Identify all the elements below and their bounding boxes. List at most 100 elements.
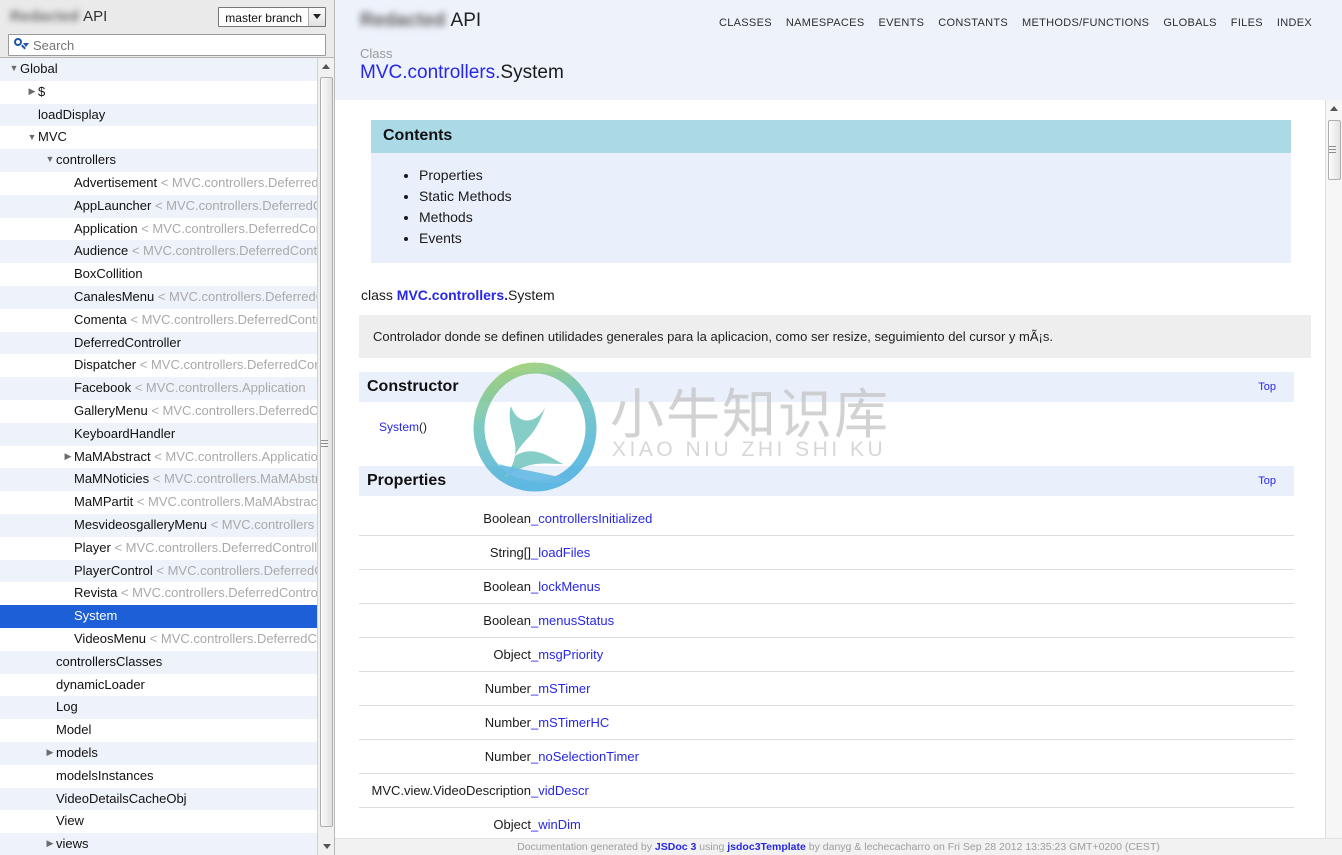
property-type: Number	[484, 681, 531, 696]
tree-item-applauncher[interactable]: ▶AppLauncher < MVC.controllers.DeferredC…	[0, 194, 320, 218]
tree-spacer-icon: ▶	[44, 810, 56, 832]
tree-item-advertisement[interactable]: ▶Advertisement < MVC.controllers.Deferre…	[0, 171, 320, 195]
tree-item-mampartit[interactable]: ▶MaMPartit < MVC.controllers.MaMAbstract	[0, 491, 320, 514]
property-name-link[interactable]: _menusStatus	[531, 613, 614, 628]
main-scroll-up-icon[interactable]	[1326, 100, 1342, 117]
tree-item-playercontrol[interactable]: ▶PlayerControl < MVC.controllers.Deferre…	[0, 559, 320, 583]
main-scrollbar[interactable]	[1325, 100, 1342, 855]
tree-item-videodetailscacheobj[interactable]: ▶VideoDetailsCacheObj	[0, 787, 320, 811]
tree-item-canalesmenu[interactable]: ▶CanalesMenu < MVC.controllers.DeferredC…	[0, 285, 320, 309]
chevron-right-icon[interactable]: ▶	[62, 446, 74, 468]
class-namespace-link[interactable]: MVC.controllers.	[397, 287, 508, 303]
nav-link-methods-functions[interactable]: METHODS/FUNCTIONS	[1022, 17, 1149, 29]
property-name-link[interactable]: _noSelectionTimer	[531, 749, 639, 764]
tree-item-log[interactable]: ▶Log	[0, 696, 320, 720]
tree-item-gallerymenu[interactable]: ▶GalleryMenu < MVC.controllers.DeferredC…	[0, 399, 320, 423]
tree-item-mvc[interactable]: ▼ MVC	[0, 126, 320, 150]
property-name-link[interactable]: _lockMenus	[531, 579, 600, 594]
nav-link-events[interactable]: EVENTS	[878, 17, 924, 29]
tree-item-comenta[interactable]: ▶Comenta < MVC.controllers.DeferredContr…	[0, 308, 320, 332]
tree-item-keyboardhandler[interactable]: ▶KeyboardHandler	[0, 422, 320, 446]
tree-item-superclass: < MVC.controllers.DeferredController	[154, 197, 320, 213]
tree-spacer-icon: ▶	[62, 537, 74, 559]
chevron-right-icon[interactable]: ▶	[26, 81, 38, 103]
tree-spacer-icon: ▶	[62, 240, 74, 262]
tree-item-player[interactable]: ▶Player < MVC.controllers.DeferredContro…	[0, 536, 320, 560]
branch-selector[interactable]: master branch	[218, 6, 326, 27]
nav-link-index[interactable]: INDEX	[1277, 17, 1312, 29]
tree-item-model[interactable]: ▶Model	[0, 719, 320, 742]
nav-link-namespaces[interactable]: NAMESPACES	[786, 17, 865, 29]
chevron-down-icon[interactable]: ▼	[44, 149, 56, 171]
tree-item-mesvideosgallerymenu[interactable]: ▶MesvideosgalleryMenu < MVC.controllers	[0, 513, 320, 537]
sidebar-scrollbar[interactable]	[317, 58, 334, 855]
page-title: MVC.controllers.System	[360, 62, 1312, 84]
tree-item-label: GalleryMenu	[74, 402, 148, 418]
scroll-up-icon[interactable]	[318, 58, 334, 75]
tree-item-label: MaMPartit	[74, 494, 134, 510]
doc-api-label: API	[450, 10, 482, 31]
properties-top-link[interactable]: Top	[1258, 475, 1276, 487]
chevron-down-icon[interactable]: ▼	[26, 126, 38, 148]
footer-template-link[interactable]: jsdoc3Template	[727, 841, 806, 853]
contents-item-events[interactable]: Events	[419, 228, 1291, 249]
contents-list: PropertiesStatic MethodsMethodsEvents	[371, 153, 1291, 263]
tree-item-modelsinstances[interactable]: ▶modelsInstances	[0, 764, 320, 788]
tree-item-videosmenu[interactable]: ▶VideosMenu < MVC.controllers.DeferredCo…	[0, 627, 320, 651]
chevron-right-icon[interactable]: ▶	[44, 833, 56, 855]
tree-item-controllersclasses[interactable]: ▶controllersClasses	[0, 650, 320, 674]
scroll-down-icon[interactable]	[318, 838, 334, 855]
tree-item-label: Application	[74, 220, 138, 236]
contents-item-methods[interactable]: Methods	[419, 207, 1291, 228]
tree-item-dispatcher[interactable]: ▶Dispatcher < MVC.controllers.DeferredCo…	[0, 354, 320, 378]
property-name-link[interactable]: _controllersInitialized	[531, 511, 652, 526]
contents-item-properties[interactable]: Properties	[419, 165, 1291, 186]
footer-jsdoc-link[interactable]: JSDoc 3	[655, 841, 696, 853]
property-row: Object _msgPriority	[359, 638, 1294, 672]
tree-spacer-icon: ▶	[26, 104, 38, 126]
nav-link-classes[interactable]: CLASSES	[719, 17, 772, 29]
property-name-link[interactable]: _winDim	[531, 817, 581, 832]
nav-link-constants[interactable]: CONSTANTS	[938, 17, 1008, 29]
tree-item-audience[interactable]: ▶Audience < MVC.controllers.DeferredCont…	[0, 240, 320, 264]
property-row: Object _winDim	[359, 808, 1294, 842]
tree-item-view[interactable]: ▶View	[0, 810, 320, 834]
property-name-link[interactable]: _loadFiles	[531, 545, 590, 560]
search-box[interactable]	[8, 34, 326, 56]
contents-item-static-methods[interactable]: Static Methods	[419, 186, 1291, 207]
tree-item-label: KeyboardHandler	[74, 425, 176, 441]
tree-item-revista[interactable]: ▶Revista < MVC.controllers.DeferredContr…	[0, 582, 320, 606]
search-input[interactable]	[31, 36, 321, 54]
tree-item-mamabstract[interactable]: ▶ MaMAbstract < MVC.controllers.Applicati…	[0, 445, 320, 469]
tree-item-mamnoticies[interactable]: ▶MaMNoticies < MVC.controllers.MaMAbstra…	[0, 468, 320, 492]
tree-item-models[interactable]: ▶ models	[0, 741, 320, 765]
property-name-link[interactable]: _mSTimer	[531, 681, 590, 696]
tree-item--[interactable]: ▶ $	[0, 80, 320, 104]
nav-link-globals[interactable]: GLOBALS	[1163, 17, 1216, 29]
property-name-link[interactable]: _mSTimerHC	[531, 715, 609, 730]
property-type: Boolean	[483, 613, 531, 628]
property-name-link[interactable]: _msgPriority	[531, 647, 603, 662]
tree-item-system[interactable]: ▶System	[0, 605, 320, 628]
page-title-namespace[interactable]: MVC.controllers.	[360, 62, 500, 83]
tree-item-dynamicloader[interactable]: ▶dynamicLoader	[0, 673, 320, 697]
constructor-top-link[interactable]: Top	[1258, 381, 1276, 393]
tree-item-loaddisplay[interactable]: ▶loadDisplay	[0, 103, 320, 127]
tree-item-boxcollition[interactable]: ▶BoxCollition	[0, 263, 320, 286]
symbol-tree: ▼Global▶$▶loadDisplay▼MVC▼controllers▶Ad…	[0, 58, 320, 855]
tree-item-global[interactable]: ▼ Global	[0, 58, 320, 81]
property-type: Boolean	[483, 511, 531, 526]
tree-item-controllers[interactable]: ▼ controllers	[0, 149, 320, 172]
tree-item-deferredcontroller[interactable]: ▶DeferredController	[0, 331, 320, 355]
nav-link-files[interactable]: FILES	[1231, 17, 1263, 29]
chevron-down-icon[interactable]	[308, 7, 325, 26]
tree-item-views[interactable]: ▶ views	[0, 833, 320, 855]
constructor-signature-link[interactable]: System	[379, 420, 419, 434]
property-name-link[interactable]: _vidDescr	[531, 783, 589, 798]
tree-item-facebook[interactable]: ▶Facebook < MVC.controllers.Application	[0, 377, 320, 400]
sidebar-scrollbar-thumb[interactable]	[320, 77, 333, 827]
class-signature-line: class MVC.controllers.System	[359, 287, 1297, 303]
chevron-down-icon[interactable]: ▼	[8, 58, 20, 80]
chevron-right-icon[interactable]: ▶	[44, 742, 56, 764]
tree-item-application[interactable]: ▶Application < MVC.controllers.DeferredC…	[0, 217, 320, 241]
